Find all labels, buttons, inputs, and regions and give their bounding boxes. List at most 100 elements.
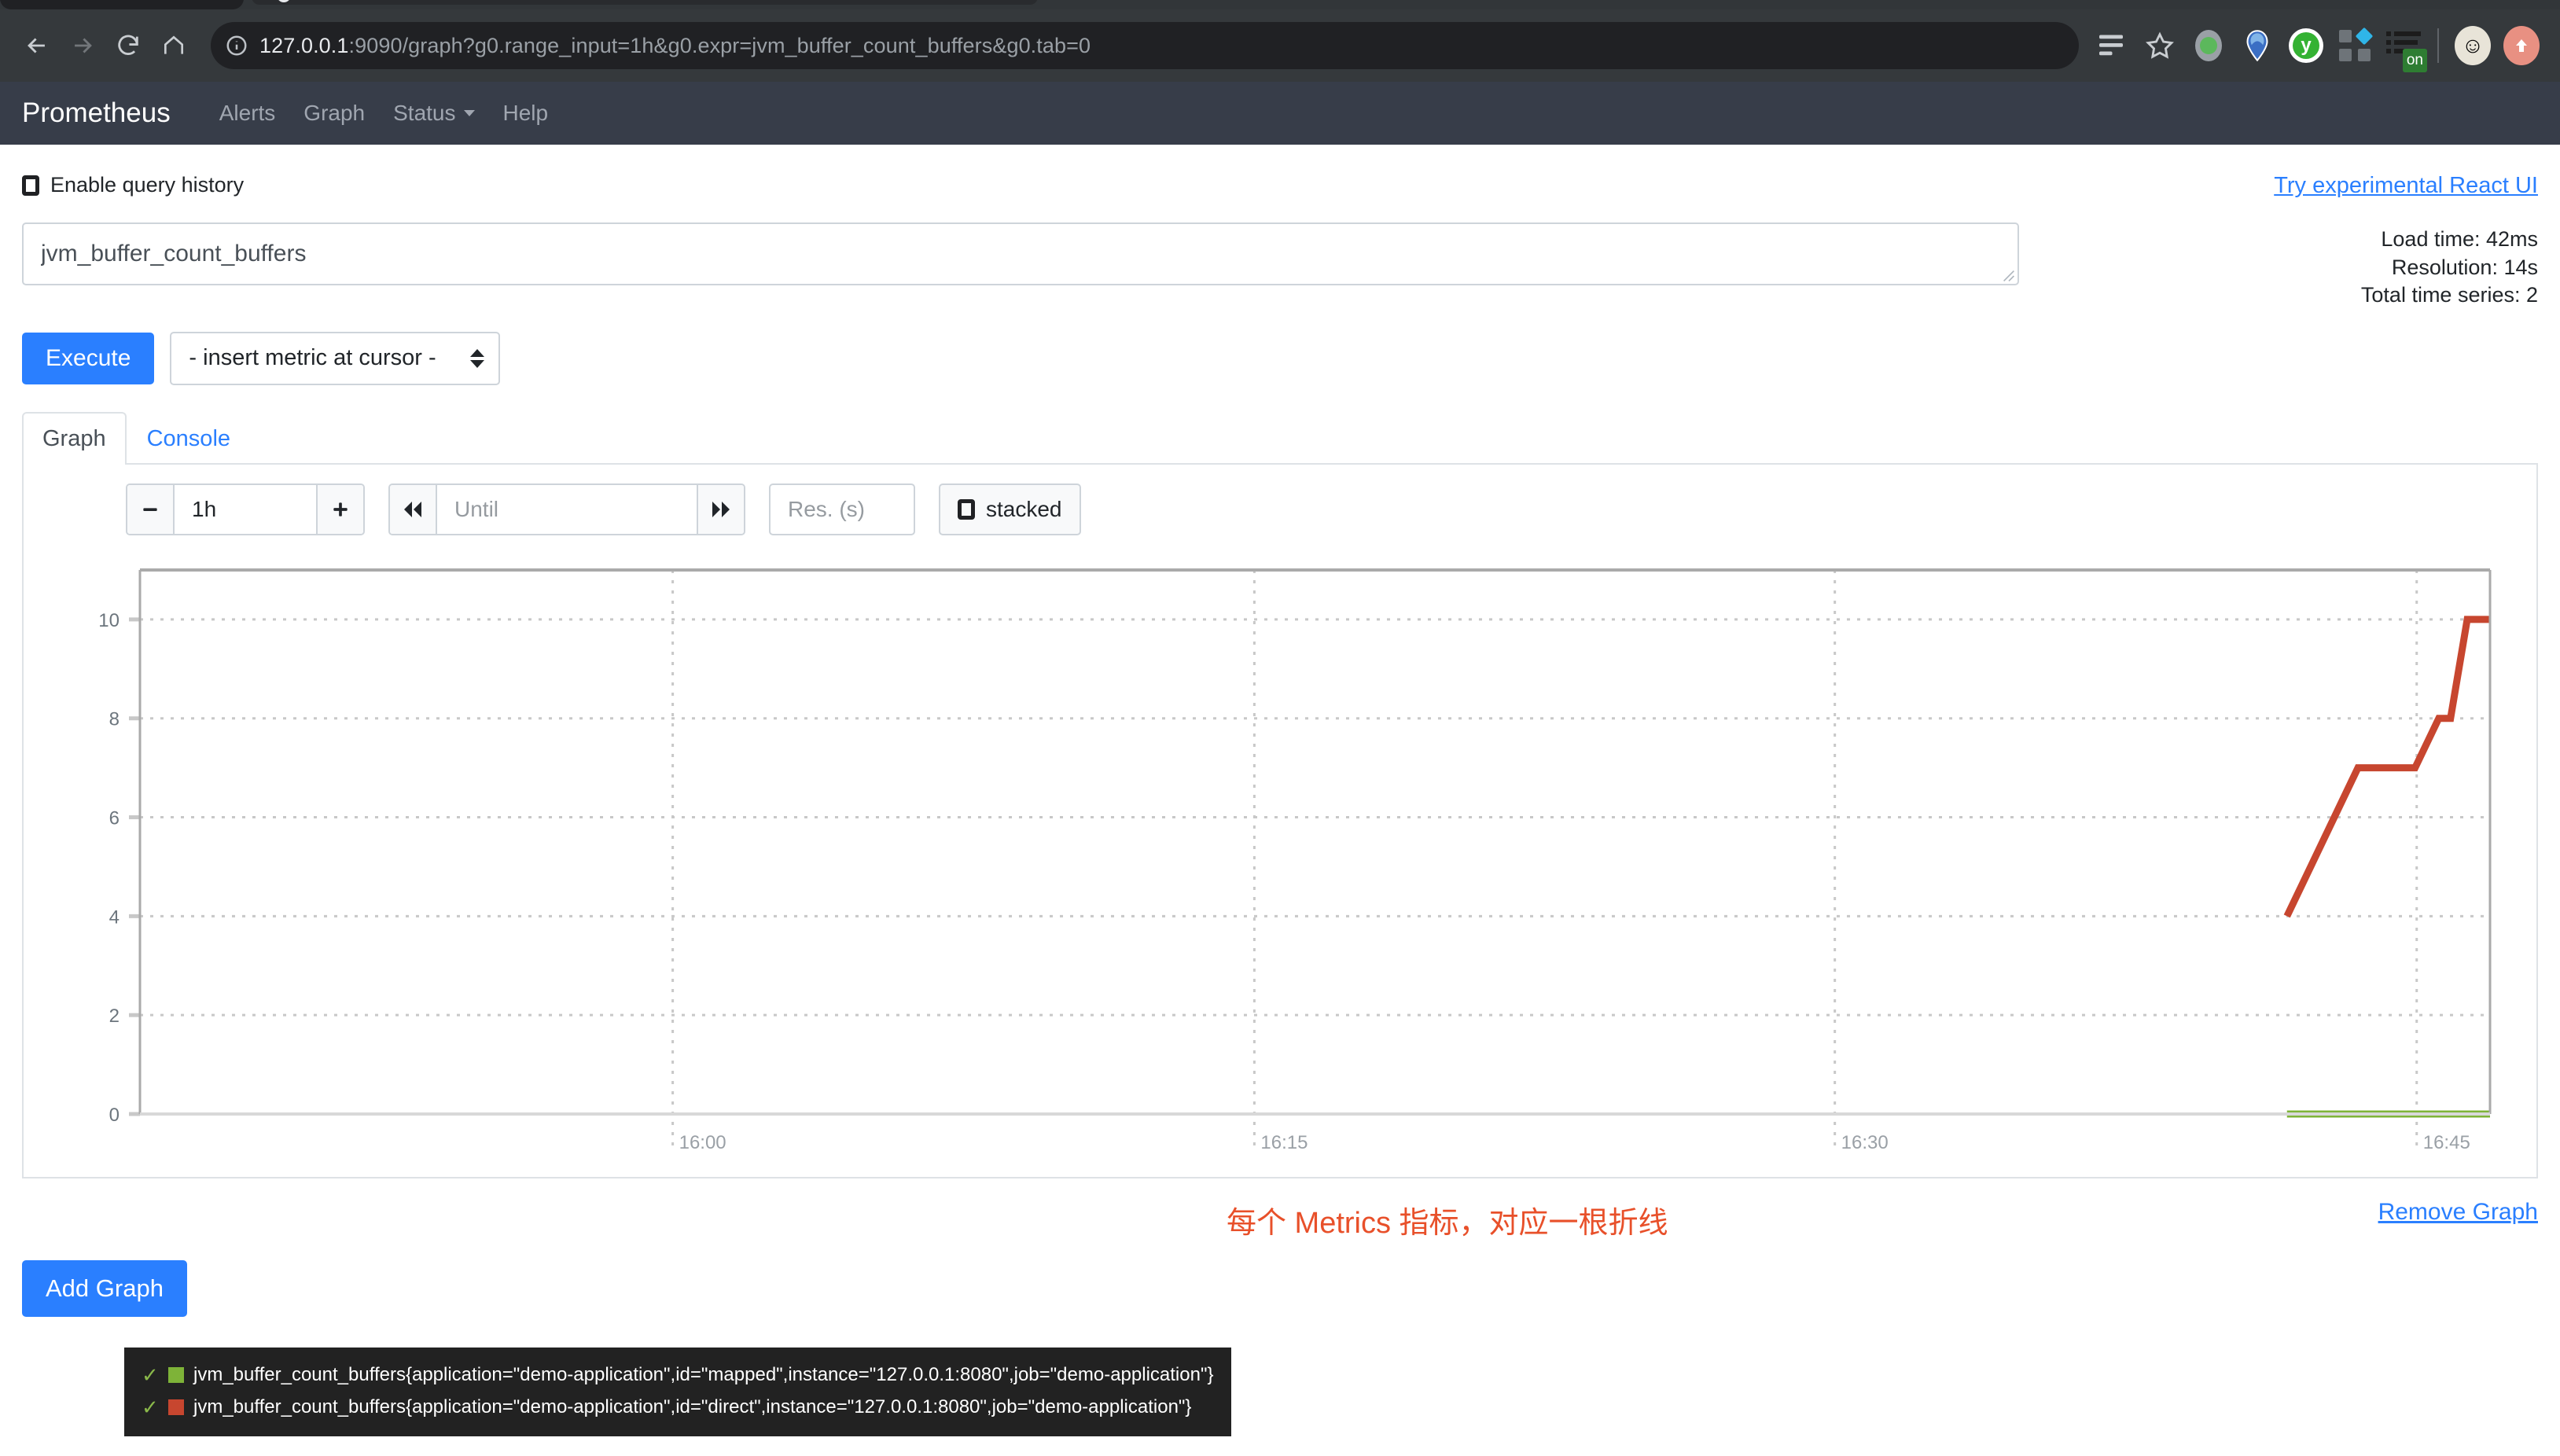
svg-text:16:00: 16:00	[679, 1132, 726, 1153]
resolution-stat: Resolution: 14s	[2391, 255, 2538, 279]
remove-graph-link[interactable]: Remove Graph	[2378, 1199, 2538, 1225]
page-content: Enable query history Try experimental Re…	[0, 145, 2560, 1436]
try-react-ui-link[interactable]: Try experimental React UI	[2274, 173, 2538, 199]
home-icon[interactable]	[151, 23, 197, 68]
total-series-stat: Total time series: 2	[2360, 283, 2538, 307]
graph-controls-toolbar: 1h Until Res. (s) stacked	[24, 465, 2536, 535]
svg-text:0: 0	[109, 1105, 120, 1126]
step-backward-icon[interactable]	[390, 484, 437, 534]
nav-link-graph-label: Graph	[303, 101, 366, 125]
chart-annotation-text: 每个 Metrics 指标，对应一根折线	[1227, 1207, 1668, 1240]
execute-button[interactable]: Execute	[22, 332, 155, 384]
legend-item[interactable]: ✓ jvm_buffer_count_buffers{application="…	[142, 1391, 1214, 1423]
nav-link-status[interactable]: Status	[379, 101, 488, 126]
query-history-checkbox[interactable]	[22, 175, 39, 196]
browser-toolbar: 127.0.0.1:9090/graph?g0.range_input=1h&g…	[0, 9, 2560, 82]
browser-tab-strip	[0, 0, 2560, 9]
execute-row: Execute - insert metric at cursor -	[22, 331, 2538, 385]
nav-link-status-label: Status	[393, 101, 456, 125]
toolbar-right-group: y on ☺	[2087, 21, 2546, 72]
svg-text:16:15: 16:15	[1260, 1132, 1308, 1153]
forward-arrow-icon	[60, 23, 105, 68]
tab-bar: Graph Console	[22, 410, 2538, 465]
brand-logo-text[interactable]: Prometheus	[22, 97, 171, 129]
smiley-glyph: ☺	[2455, 26, 2491, 65]
chart-y-axis-labels: 0 2 4 6 8 10	[98, 610, 120, 1126]
svg-text:16:45: 16:45	[2423, 1132, 2470, 1153]
range-input[interactable]: 1h	[175, 484, 316, 534]
select-arrows-icon	[470, 348, 485, 368]
range-input-group: 1h	[126, 483, 365, 535]
legend-item-label: jvm_buffer_count_buffers{application="de…	[193, 1396, 1192, 1418]
until-input-group: Until	[388, 483, 745, 535]
extension-on-badge: on	[2402, 49, 2427, 72]
query-history-toggle[interactable]: Enable query history	[22, 173, 244, 197]
tab-console-label: Console	[146, 425, 231, 451]
address-bar-path: :9090/graph?g0.range_input=1h&g0.expr=jv…	[348, 33, 1091, 57]
svg-text:2: 2	[109, 1006, 120, 1027]
chart-series-group	[2283, 616, 2490, 1118]
extension-smiley-icon[interactable]: ☺	[2448, 21, 2497, 70]
query-stats: Load time: 42ms Resolution: 14s Total ti…	[2361, 222, 2538, 310]
profile-avatar[interactable]	[2497, 21, 2546, 70]
nav-link-graph[interactable]: Graph	[289, 101, 379, 126]
step-forward-icon[interactable]	[697, 484, 744, 534]
svg-text:4: 4	[109, 906, 120, 928]
add-graph-button[interactable]: Add Graph	[22, 1259, 187, 1317]
tab-console[interactable]: Console	[127, 412, 251, 465]
reload-icon[interactable]	[105, 23, 151, 68]
nav-link-alerts[interactable]: Alerts	[205, 101, 290, 126]
expression-input-wrapper	[22, 222, 2019, 285]
svg-text:10: 10	[98, 610, 120, 631]
toolbar-divider	[2437, 28, 2439, 63]
chart-svg[interactable]: 0 2 4 6 8 10 16:00 16:15 16:30 16:45	[24, 562, 2492, 1183]
nav-link-help-label: Help	[502, 101, 549, 125]
stacked-checkbox[interactable]	[958, 498, 975, 520]
query-input-row: Load time: 42ms Resolution: 14s Total ti…	[22, 222, 2538, 310]
stacked-toggle[interactable]: stacked	[939, 483, 1081, 535]
chart-area[interactable]: 0 2 4 6 8 10 16:00 16:15 16:30 16:45	[24, 562, 2536, 1160]
load-time-stat: Load time: 42ms	[2381, 227, 2538, 251]
svg-text:6: 6	[109, 807, 120, 829]
legend-check-icon[interactable]: ✓	[142, 1365, 159, 1385]
extension-onenote-icon[interactable]	[2233, 21, 2282, 70]
range-increase-button[interactable]	[316, 484, 363, 534]
legend-item-label: jvm_buffer_count_buffers{application="de…	[193, 1364, 1214, 1385]
extension-yandex-icon[interactable]: y	[2282, 21, 2330, 70]
tab-graph-label: Graph	[42, 425, 106, 451]
query-history-label: Enable query history	[50, 173, 245, 197]
star-icon[interactable]	[2135, 21, 2184, 70]
insert-metric-select-label: - insert metric at cursor -	[189, 345, 436, 371]
range-decrease-button[interactable]	[127, 484, 175, 534]
chevron-down-icon	[463, 110, 475, 116]
extensions-grid-icon[interactable]	[2330, 21, 2379, 70]
site-info-icon[interactable]	[225, 34, 248, 57]
address-bar[interactable]: 127.0.0.1:9090/graph?g0.range_input=1h&g…	[211, 22, 2079, 69]
legend-check-icon[interactable]: ✓	[142, 1397, 159, 1417]
resolution-input[interactable]: Res. (s)	[769, 483, 915, 535]
legend-color-swatch	[168, 1399, 184, 1415]
extension-green-dot-icon[interactable]	[2184, 21, 2233, 70]
legend-item[interactable]: ✓ jvm_buffer_count_buffers{application="…	[142, 1359, 1214, 1391]
address-bar-host: 127.0.0.1	[259, 33, 349, 57]
query-header-row: Enable query history Try experimental Re…	[22, 145, 2538, 199]
legend-color-swatch	[168, 1366, 184, 1383]
browser-tab-inactive[interactable]	[252, 0, 1038, 5]
chart-legend: ✓ jvm_buffer_count_buffers{application="…	[124, 1348, 1231, 1436]
tab-graph[interactable]: Graph	[22, 411, 127, 465]
extension-list-icon[interactable]: on	[2379, 21, 2428, 72]
prometheus-navbar: Prometheus Alerts Graph Status Help	[0, 82, 2560, 145]
graph-panel: 1h Until Res. (s) stacked 0 2 4 6 8 10 1…	[22, 464, 2538, 1436]
reading-list-icon[interactable]	[2087, 21, 2135, 70]
nav-link-help[interactable]: Help	[489, 101, 563, 126]
svg-text:8: 8	[109, 709, 120, 730]
stacked-label: stacked	[986, 496, 1062, 521]
browser-tab-active[interactable]	[0, 0, 244, 9]
yandex-letter: y	[2293, 32, 2319, 59]
svg-text:16:30: 16:30	[1841, 1132, 1889, 1153]
chart-gridlines	[129, 569, 2490, 1147]
until-input[interactable]: Until	[437, 484, 697, 534]
back-arrow-icon[interactable]	[14, 23, 60, 68]
insert-metric-select[interactable]: - insert metric at cursor -	[170, 331, 501, 385]
expression-input[interactable]	[22, 222, 2019, 285]
